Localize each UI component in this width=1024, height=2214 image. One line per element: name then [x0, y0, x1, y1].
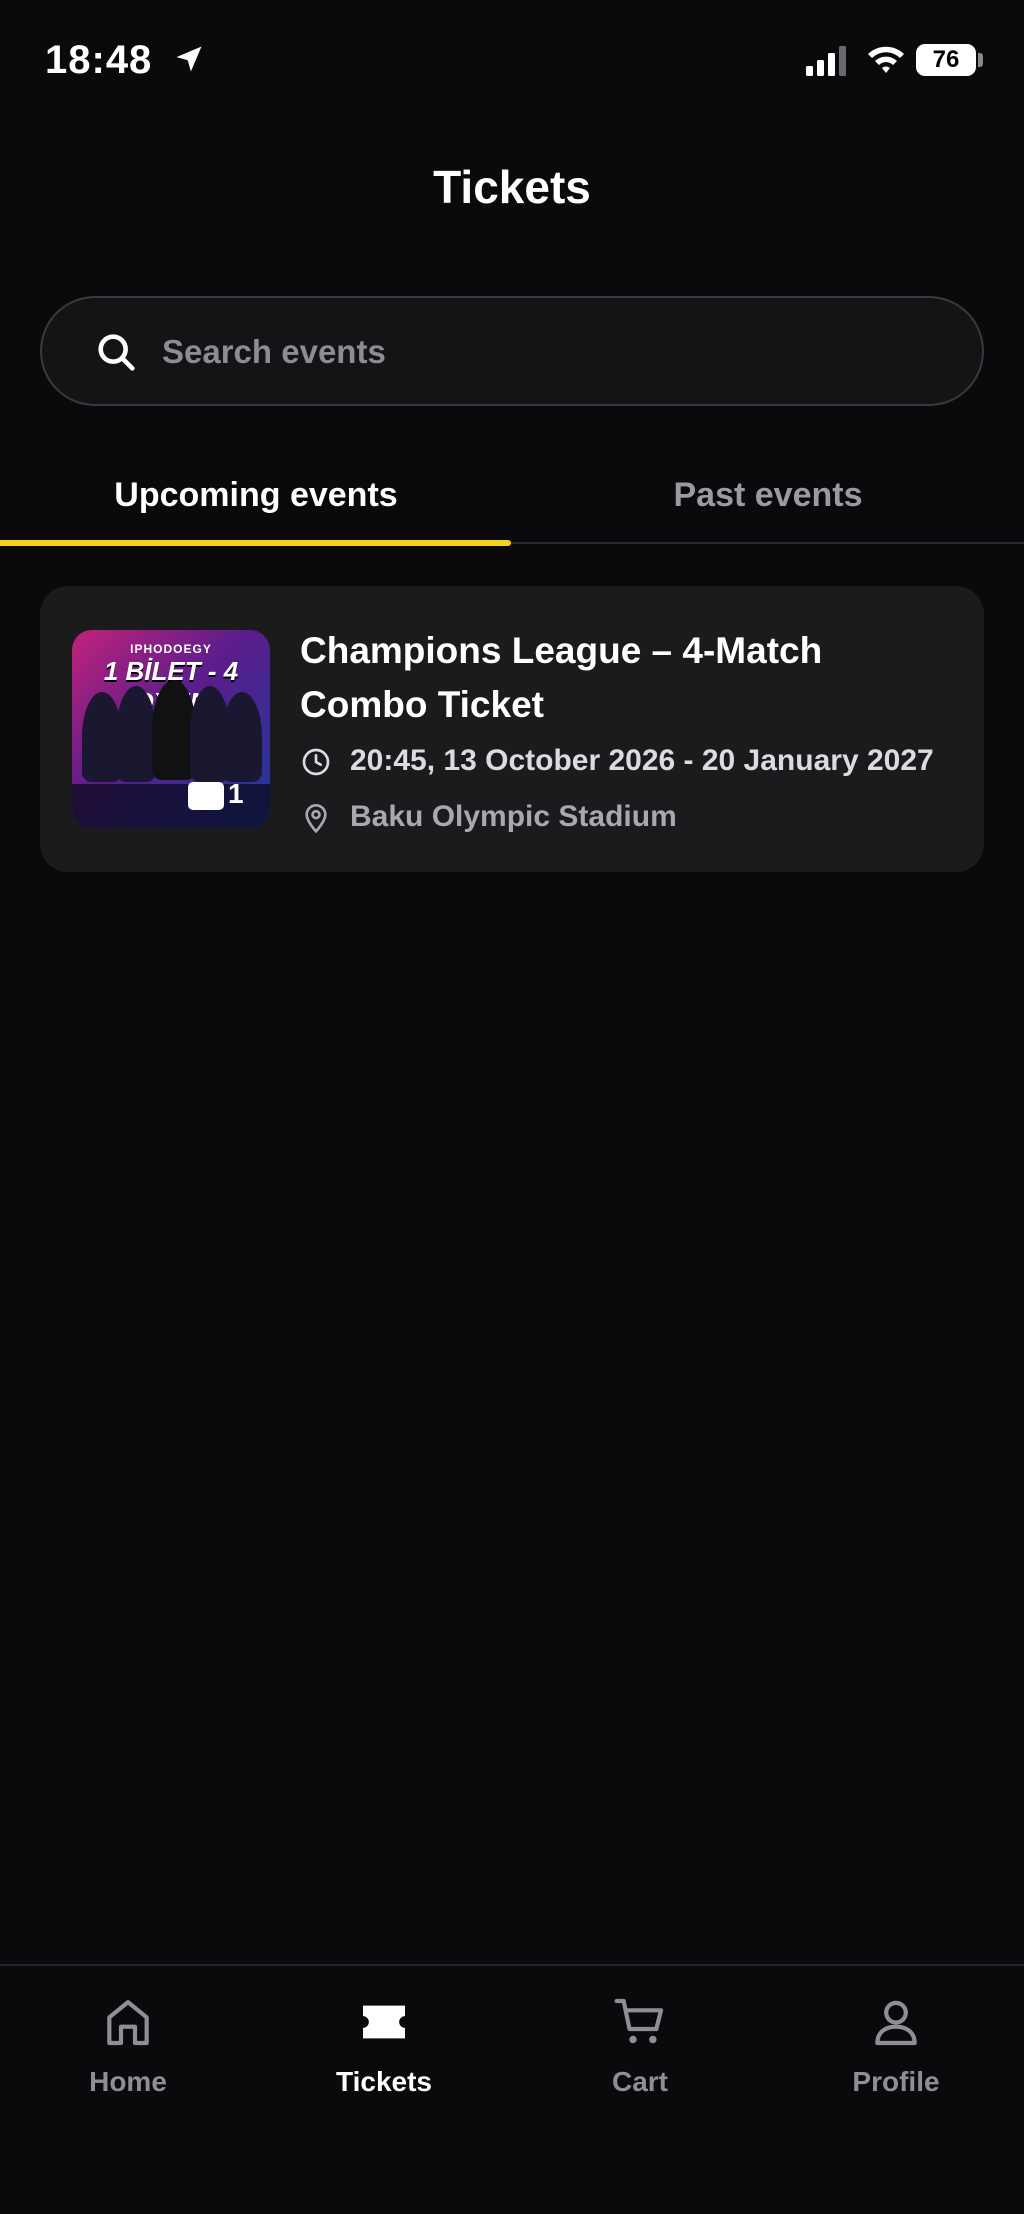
thumbnail-brand: IPHODOEGY: [130, 642, 212, 656]
ticket-icon: [363, 2005, 405, 2039]
tickets-screen: 18:48 76 Tickets Upcoming events Past ev…: [0, 0, 1024, 2214]
location-pin-icon: [305, 804, 327, 834]
search-bar[interactable]: [40, 296, 984, 406]
event-tabs: Upcoming events Past events: [0, 440, 1024, 546]
event-card[interactable]: IPHODOEGY 1 BİLET - 4 OYUN 1 Champions L…: [40, 586, 984, 872]
location-arrow-icon: [176, 46, 202, 72]
event-venue-row: Baku Olympic Stadium: [300, 798, 960, 838]
nav-profile-label: Profile: [852, 2066, 940, 2097]
status-bar: 18:48 76: [0, 0, 1024, 120]
cellular-signal-icon: [806, 46, 846, 76]
page-title: Tickets: [433, 161, 591, 213]
status-time: 18:48: [45, 38, 153, 82]
event-datetime: 20:45, 13 October 2026 - 20 January 2027: [350, 744, 934, 777]
nav-home-label: Home: [89, 2066, 167, 2097]
clock-icon: [302, 748, 330, 776]
event-date-row: 20:45, 13 October 2026 - 20 January 2027: [300, 742, 960, 782]
bottom-navigation: Home Tickets Cart Profile: [0, 1964, 1024, 2214]
ticket-badge-icon: [188, 782, 224, 810]
ticket-count: 1: [228, 778, 244, 809]
nav-cart[interactable]: Cart: [512, 1994, 768, 2124]
search-icon: [98, 334, 135, 371]
profile-icon: [875, 2000, 917, 2046]
wifi-icon: [868, 46, 904, 73]
nav-home[interactable]: Home: [0, 1994, 256, 2124]
battery-indicator: 76: [916, 44, 976, 76]
event-venue: Baku Olympic Stadium: [350, 800, 677, 833]
event-thumbnail: IPHODOEGY 1 BİLET - 4 OYUN 1: [72, 630, 270, 828]
nav-tickets[interactable]: Tickets: [256, 1994, 512, 2124]
home-icon: [107, 2000, 149, 2046]
nav-tickets-label: Tickets: [336, 2066, 432, 2097]
event-title: Champions League – 4-Match Combo Ticket: [300, 630, 823, 725]
search-input[interactable]: [162, 326, 942, 378]
battery-cap: [978, 53, 983, 67]
tab-past-events[interactable]: Past events: [512, 440, 1024, 544]
nav-profile[interactable]: Profile: [768, 1994, 1024, 2124]
active-tab-indicator: [0, 540, 511, 546]
cart-icon: [614, 1998, 664, 2044]
player-figure: [222, 692, 262, 782]
tab-upcoming-events[interactable]: Upcoming events: [0, 440, 512, 544]
nav-cart-label: Cart: [611, 2066, 668, 2097]
player-figure: [116, 686, 156, 782]
